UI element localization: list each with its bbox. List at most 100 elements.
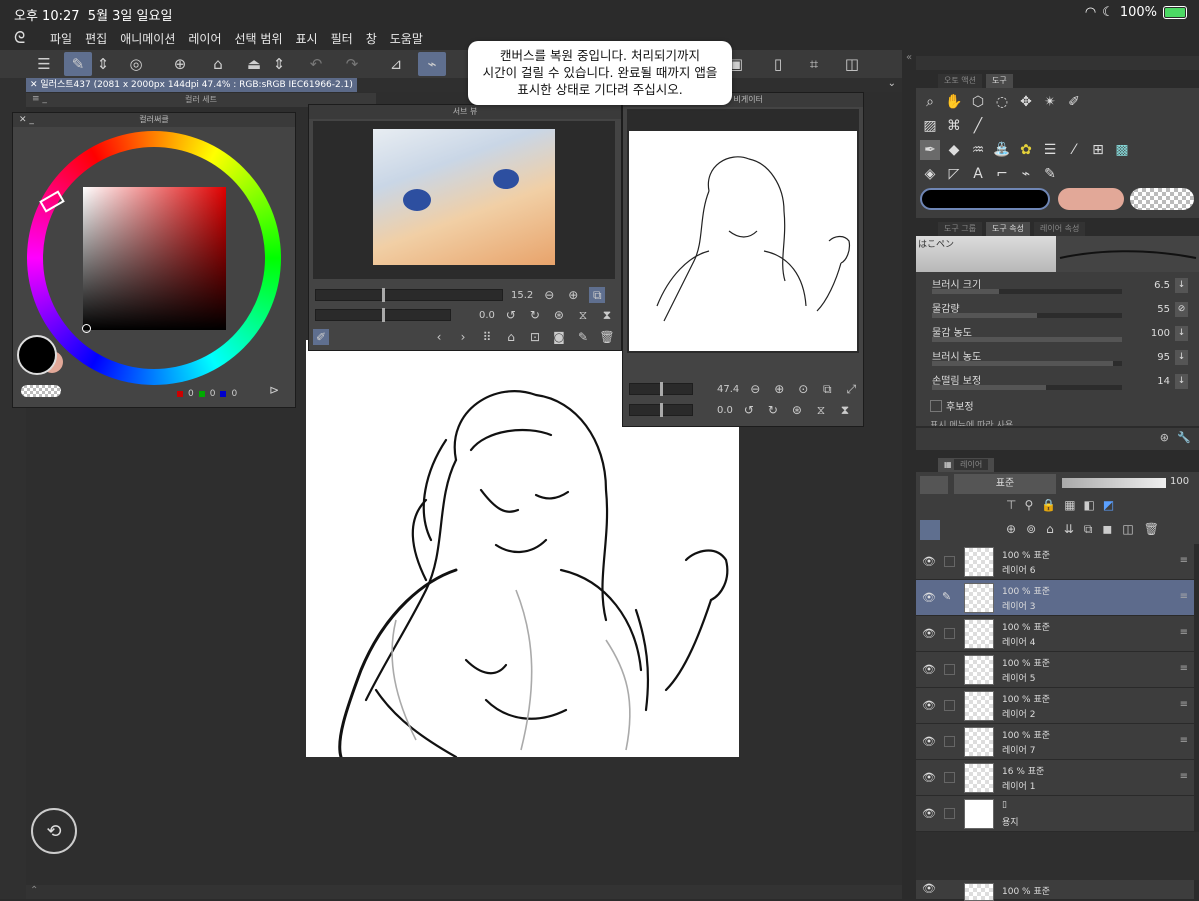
navigator-reset-rotation-icon[interactable]: ⊛ <box>789 402 805 418</box>
prop-brush-density[interactable]: 브러시 농도 95 ↓ <box>928 348 1190 370</box>
layer-menu-icon[interactable]: ≡ <box>1180 771 1188 782</box>
image-list-icon[interactable]: ⠿ <box>479 329 495 345</box>
layer-menu-icon[interactable]: ≡ <box>1180 699 1188 710</box>
prop-dropdown-icon[interactable]: ↓ <box>1175 326 1188 341</box>
blend-mode-select[interactable]: 표준 <box>954 474 1056 494</box>
opacity-slider[interactable] <box>1062 478 1166 488</box>
move-tool-icon[interactable]: ✥ <box>1016 92 1036 112</box>
rotate-right-icon[interactable]: ↻ <box>527 307 543 323</box>
rotate-left-icon[interactable]: ↺ <box>503 307 519 323</box>
bucket-tool-icon[interactable]: ◈ <box>920 164 940 184</box>
duplicate-layer-icon[interactable]: ⧉ <box>1084 522 1093 537</box>
navigator-zoom-in-icon[interactable]: ⊕ <box>771 381 787 397</box>
tab-layer-property[interactable]: 레이어 속성 <box>1033 222 1086 236</box>
blend-tool-icon[interactable]: ♒ <box>968 140 988 160</box>
layer-menu-icon[interactable]: ≡ <box>1180 555 1188 566</box>
layer-row-paper[interactable]: 👁 ▯ 용지 <box>916 796 1194 832</box>
tab-tool-property[interactable]: 도구 속성 <box>985 222 1030 236</box>
undo-icon[interactable]: ↶ <box>302 52 330 76</box>
eraser-tool-icon[interactable]: ◆ <box>944 140 964 160</box>
navigator-fit-icon[interactable]: ⧉ <box>819 381 835 397</box>
layer-menu-icon[interactable]: ≡ <box>1180 735 1188 746</box>
layer-menu-icon[interactable]: ≡ <box>1180 663 1188 674</box>
layer-row[interactable]: 👁 100 % 표준 레이어 5 ≡ <box>916 652 1194 688</box>
edit-image-icon[interactable]: ✎ <box>575 329 591 345</box>
decoration-tool-icon[interactable]: ✿ <box>1016 140 1036 160</box>
layer-row-selected[interactable]: 👁 ✎ 100 % 표준 레이어 3 ≡ <box>916 580 1194 616</box>
reference-icon[interactable]: ⚲ <box>1024 498 1033 512</box>
fill-tool-icon[interactable]: ☰ <box>1040 140 1060 160</box>
marker-tool-icon[interactable]: ✎ <box>1040 164 1060 184</box>
lasso-tool-icon[interactable]: ◌ <box>992 92 1012 112</box>
open-file-icon[interactable]: ⌂ <box>204 52 232 76</box>
clear-icon[interactable]: ⊿ <box>382 52 410 76</box>
navigator-flip-vertical-icon[interactable]: ⧗ <box>837 402 853 418</box>
brush-icon[interactable]: ⌁ <box>418 52 446 76</box>
menu-selection[interactable]: 선택 범위 <box>235 30 283 47</box>
app-logo-icon[interactable]: ᘓ <box>14 28 25 48</box>
eye-icon[interactable]: 👁 <box>922 882 936 895</box>
sub-view-zoom-slider[interactable] <box>315 288 503 302</box>
operation-tool-icon[interactable]: ⬡ <box>968 92 988 112</box>
navigator-zoom-out-icon[interactable]: ⊖ <box>747 381 763 397</box>
clip-icon[interactable]: ⊤ <box>1006 498 1016 512</box>
crop-icon[interactable]: ⌗ <box>800 52 828 76</box>
layer-property-toggle-icon[interactable] <box>920 476 948 494</box>
layer-row[interactable]: 👁 100 % 표준 레이어 7 ≡ <box>916 724 1194 760</box>
navigator-rotate-left-icon[interactable]: ↺ <box>741 402 757 418</box>
lock-transparency-icon[interactable]: ▦ <box>1064 498 1075 512</box>
sub-color-chip[interactable] <box>1058 188 1124 210</box>
close-icon[interactable]: ✕ _ <box>19 113 34 127</box>
delete-image-icon[interactable]: 🗑 <box>599 329 615 345</box>
eyedropper-tool-icon[interactable]: ✐ <box>1064 92 1084 112</box>
menu-view[interactable]: 표시 <box>296 30 318 47</box>
layer-row-partial[interactable]: 👁 100 % 표준 <box>916 880 1194 901</box>
layer-list-icon[interactable] <box>920 520 940 540</box>
new-folder-icon[interactable]: ⌂ <box>1046 522 1054 537</box>
zoom-tool-icon[interactable]: ⌕ <box>920 92 940 112</box>
edit-mode-icon[interactable]: ✎ <box>64 52 92 76</box>
sub-view-rotate-slider[interactable] <box>315 308 451 322</box>
sub-view-image-area[interactable] <box>313 121 615 279</box>
layer-check[interactable] <box>944 664 955 675</box>
camera-icon[interactable]: ◙ <box>551 329 567 345</box>
layer-mask-icon[interactable]: ◼ <box>1102 522 1112 537</box>
save-options-icon[interactable]: ⇕ <box>270 52 288 76</box>
layer-row[interactable]: 👁 100 % 표준 레이어 2 ≡ <box>916 688 1194 724</box>
reset-settings-icon[interactable]: ⊛ <box>1160 431 1169 444</box>
color-mode-icon[interactable]: ⊳ <box>269 383 279 397</box>
flip-horizontal-icon[interactable]: ⧖ <box>575 307 591 323</box>
main-color-swatch[interactable] <box>17 335 57 375</box>
prop-stabilization[interactable]: 손떨림 보정 14 ↓ <box>928 372 1190 394</box>
document-tab[interactable]: ✕ 일러스트437 (2081 x 2000px 144dpi 47.4% : … <box>26 78 357 92</box>
layer-check[interactable] <box>944 700 955 711</box>
lock-icon[interactable]: 🔒 <box>1041 498 1056 512</box>
post-correction-checkbox[interactable] <box>930 399 942 412</box>
saturation-value-square[interactable] <box>82 187 226 333</box>
mask-icon[interactable]: ◧ <box>1084 498 1095 512</box>
pen-tool-icon[interactable]: ✒ <box>920 140 940 160</box>
layer-row[interactable]: 👁 100 % 표준 레이어 4 ≡ <box>916 616 1194 652</box>
fit-view-icon[interactable]: ⧉ <box>589 287 606 303</box>
prop-brush-size[interactable]: 브러시 크기 6.5 ↓ <box>928 276 1190 298</box>
new-vector-layer-icon[interactable]: ⊚ <box>1026 522 1036 537</box>
eye-icon[interactable]: 👁 <box>922 555 936 568</box>
companion-mode-icon[interactable]: ◎ <box>122 52 150 76</box>
layer-menu-icon[interactable]: ≡ <box>1180 591 1188 602</box>
previous-image-icon[interactable]: ‹ <box>431 329 447 345</box>
navigator-actual-size-icon[interactable]: ⊙ <box>795 381 811 397</box>
frame-icon[interactable]: ◫ <box>838 52 866 76</box>
prop-dropdown-icon[interactable]: ↓ <box>1175 374 1188 389</box>
layer-check[interactable] <box>944 628 955 639</box>
prop-dropdown-icon[interactable]: ↓ <box>1175 278 1188 293</box>
auto-select-tool-icon[interactable]: ✴ <box>1040 92 1060 112</box>
expand-right-icon[interactable]: « <box>906 52 912 63</box>
new-raster-layer-icon[interactable]: ⊕ <box>1006 522 1016 537</box>
main-color-chip[interactable] <box>920 188 1050 210</box>
eye-icon[interactable]: 👁 <box>922 699 936 712</box>
menu-edit[interactable]: 편집 <box>85 30 107 47</box>
gradient-tool-icon[interactable]: ▨ <box>920 116 940 136</box>
import-image-icon[interactable]: ⌂ <box>503 329 519 345</box>
layer-row[interactable]: 👁 16 % 표준 레이어 1 ≡ <box>916 760 1194 796</box>
navigator-fullscreen-icon[interactable]: ⤢ <box>843 381 859 397</box>
